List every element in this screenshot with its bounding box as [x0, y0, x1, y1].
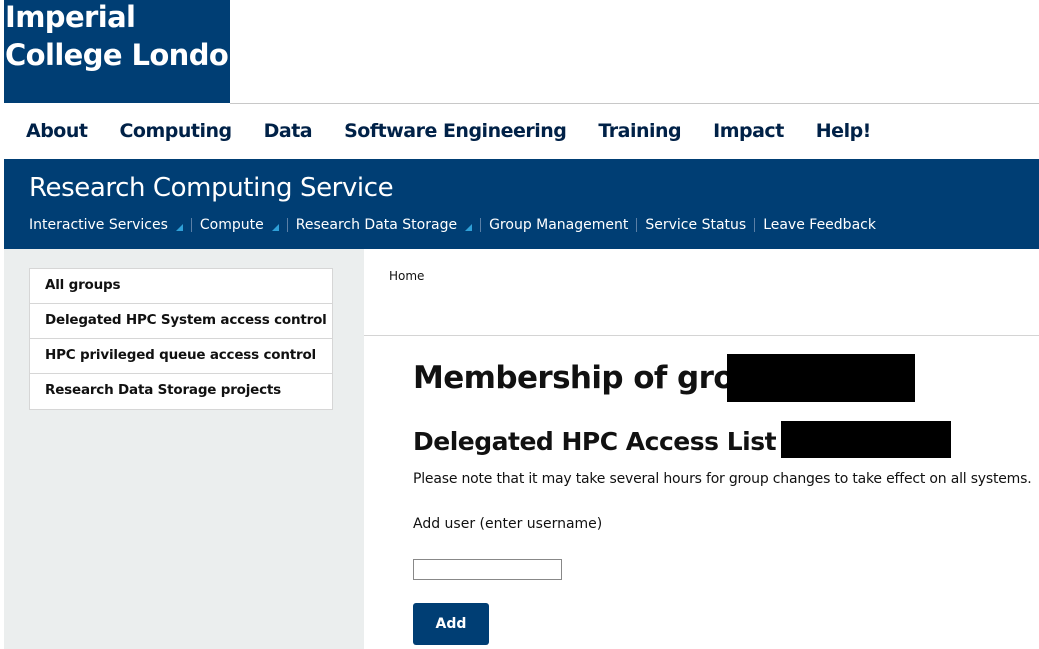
- add-user-label: Add user (enter username): [413, 516, 603, 532]
- subnav-separator: [480, 218, 482, 232]
- subnav-separator: [190, 218, 192, 232]
- nav-about[interactable]: About: [26, 120, 88, 150]
- imperial-logo[interactable]: Imperial College London: [4, 0, 249, 103]
- add-user-button[interactable]: Add: [413, 603, 489, 645]
- subnav-separator: [754, 218, 756, 232]
- nav-computing[interactable]: Computing: [119, 120, 232, 150]
- section-title: Delegated HPC Access List for: [413, 426, 824, 456]
- subnav-separator: [286, 218, 288, 232]
- nav-data[interactable]: Data: [264, 120, 313, 150]
- service-subnav: Interactive Services Compute Research Da…: [29, 217, 876, 233]
- sidebar-item-research-data-storage[interactable]: Research Data Storage projects: [30, 374, 332, 409]
- subnav-leave-feedback[interactable]: Leave Feedback: [763, 217, 876, 233]
- dropdown-triangle-icon: [175, 223, 183, 231]
- logo-line-2: College London: [5, 38, 249, 72]
- sidebar-item-all-groups[interactable]: All groups: [30, 269, 332, 304]
- header-divider: [230, 103, 1039, 104]
- subnav-label: Service Status: [645, 217, 747, 233]
- username-input[interactable]: [413, 559, 562, 580]
- dropdown-triangle-icon: [271, 223, 279, 231]
- sidebar-item-hpc-privileged-queue[interactable]: HPC privileged queue access control: [30, 339, 332, 374]
- propagation-note: Please note that it may take several hou…: [413, 471, 1032, 487]
- redacted-list-name: [781, 421, 951, 458]
- service-title[interactable]: Research Computing Service: [29, 173, 394, 203]
- subnav-label: Group Management: [489, 217, 629, 233]
- subnav-group-management[interactable]: Group Management: [489, 217, 628, 233]
- subnav-label: Research Data Storage: [295, 217, 458, 233]
- page-title: Membership of group: [413, 360, 778, 396]
- subnav-research-data-storage[interactable]: Research Data Storage: [295, 217, 473, 233]
- breadcrumb-divider: [364, 335, 1039, 336]
- logo-line-1: Imperial: [5, 0, 136, 34]
- subnav-label: Compute: [199, 217, 264, 233]
- dropdown-triangle-icon: [465, 223, 473, 231]
- sidebar-item-delegated-hpc[interactable]: Delegated HPC System access control: [30, 304, 332, 339]
- breadcrumb-home[interactable]: Home: [389, 269, 424, 283]
- nav-impact[interactable]: Impact: [713, 120, 784, 150]
- subnav-label: Leave Feedback: [763, 217, 876, 233]
- main-nav: About Computing Data Software Engineerin…: [26, 120, 903, 150]
- subnav-compute[interactable]: Compute: [200, 217, 279, 233]
- sidebar: All groups Delegated HPC System access c…: [4, 249, 364, 649]
- subnav-separator: [636, 218, 638, 232]
- service-banner: Research Computing Service Interactive S…: [4, 159, 1039, 249]
- nav-software-engineering[interactable]: Software Engineering: [344, 120, 567, 150]
- subnav-interactive-services[interactable]: Interactive Services: [29, 217, 183, 233]
- redacted-group-name: [727, 354, 915, 402]
- nav-training[interactable]: Training: [598, 120, 681, 150]
- nav-help[interactable]: Help!: [816, 120, 872, 150]
- side-menu: All groups Delegated HPC System access c…: [29, 268, 333, 410]
- subnav-service-status[interactable]: Service Status: [645, 217, 746, 233]
- subnav-label: Interactive Services: [29, 217, 168, 233]
